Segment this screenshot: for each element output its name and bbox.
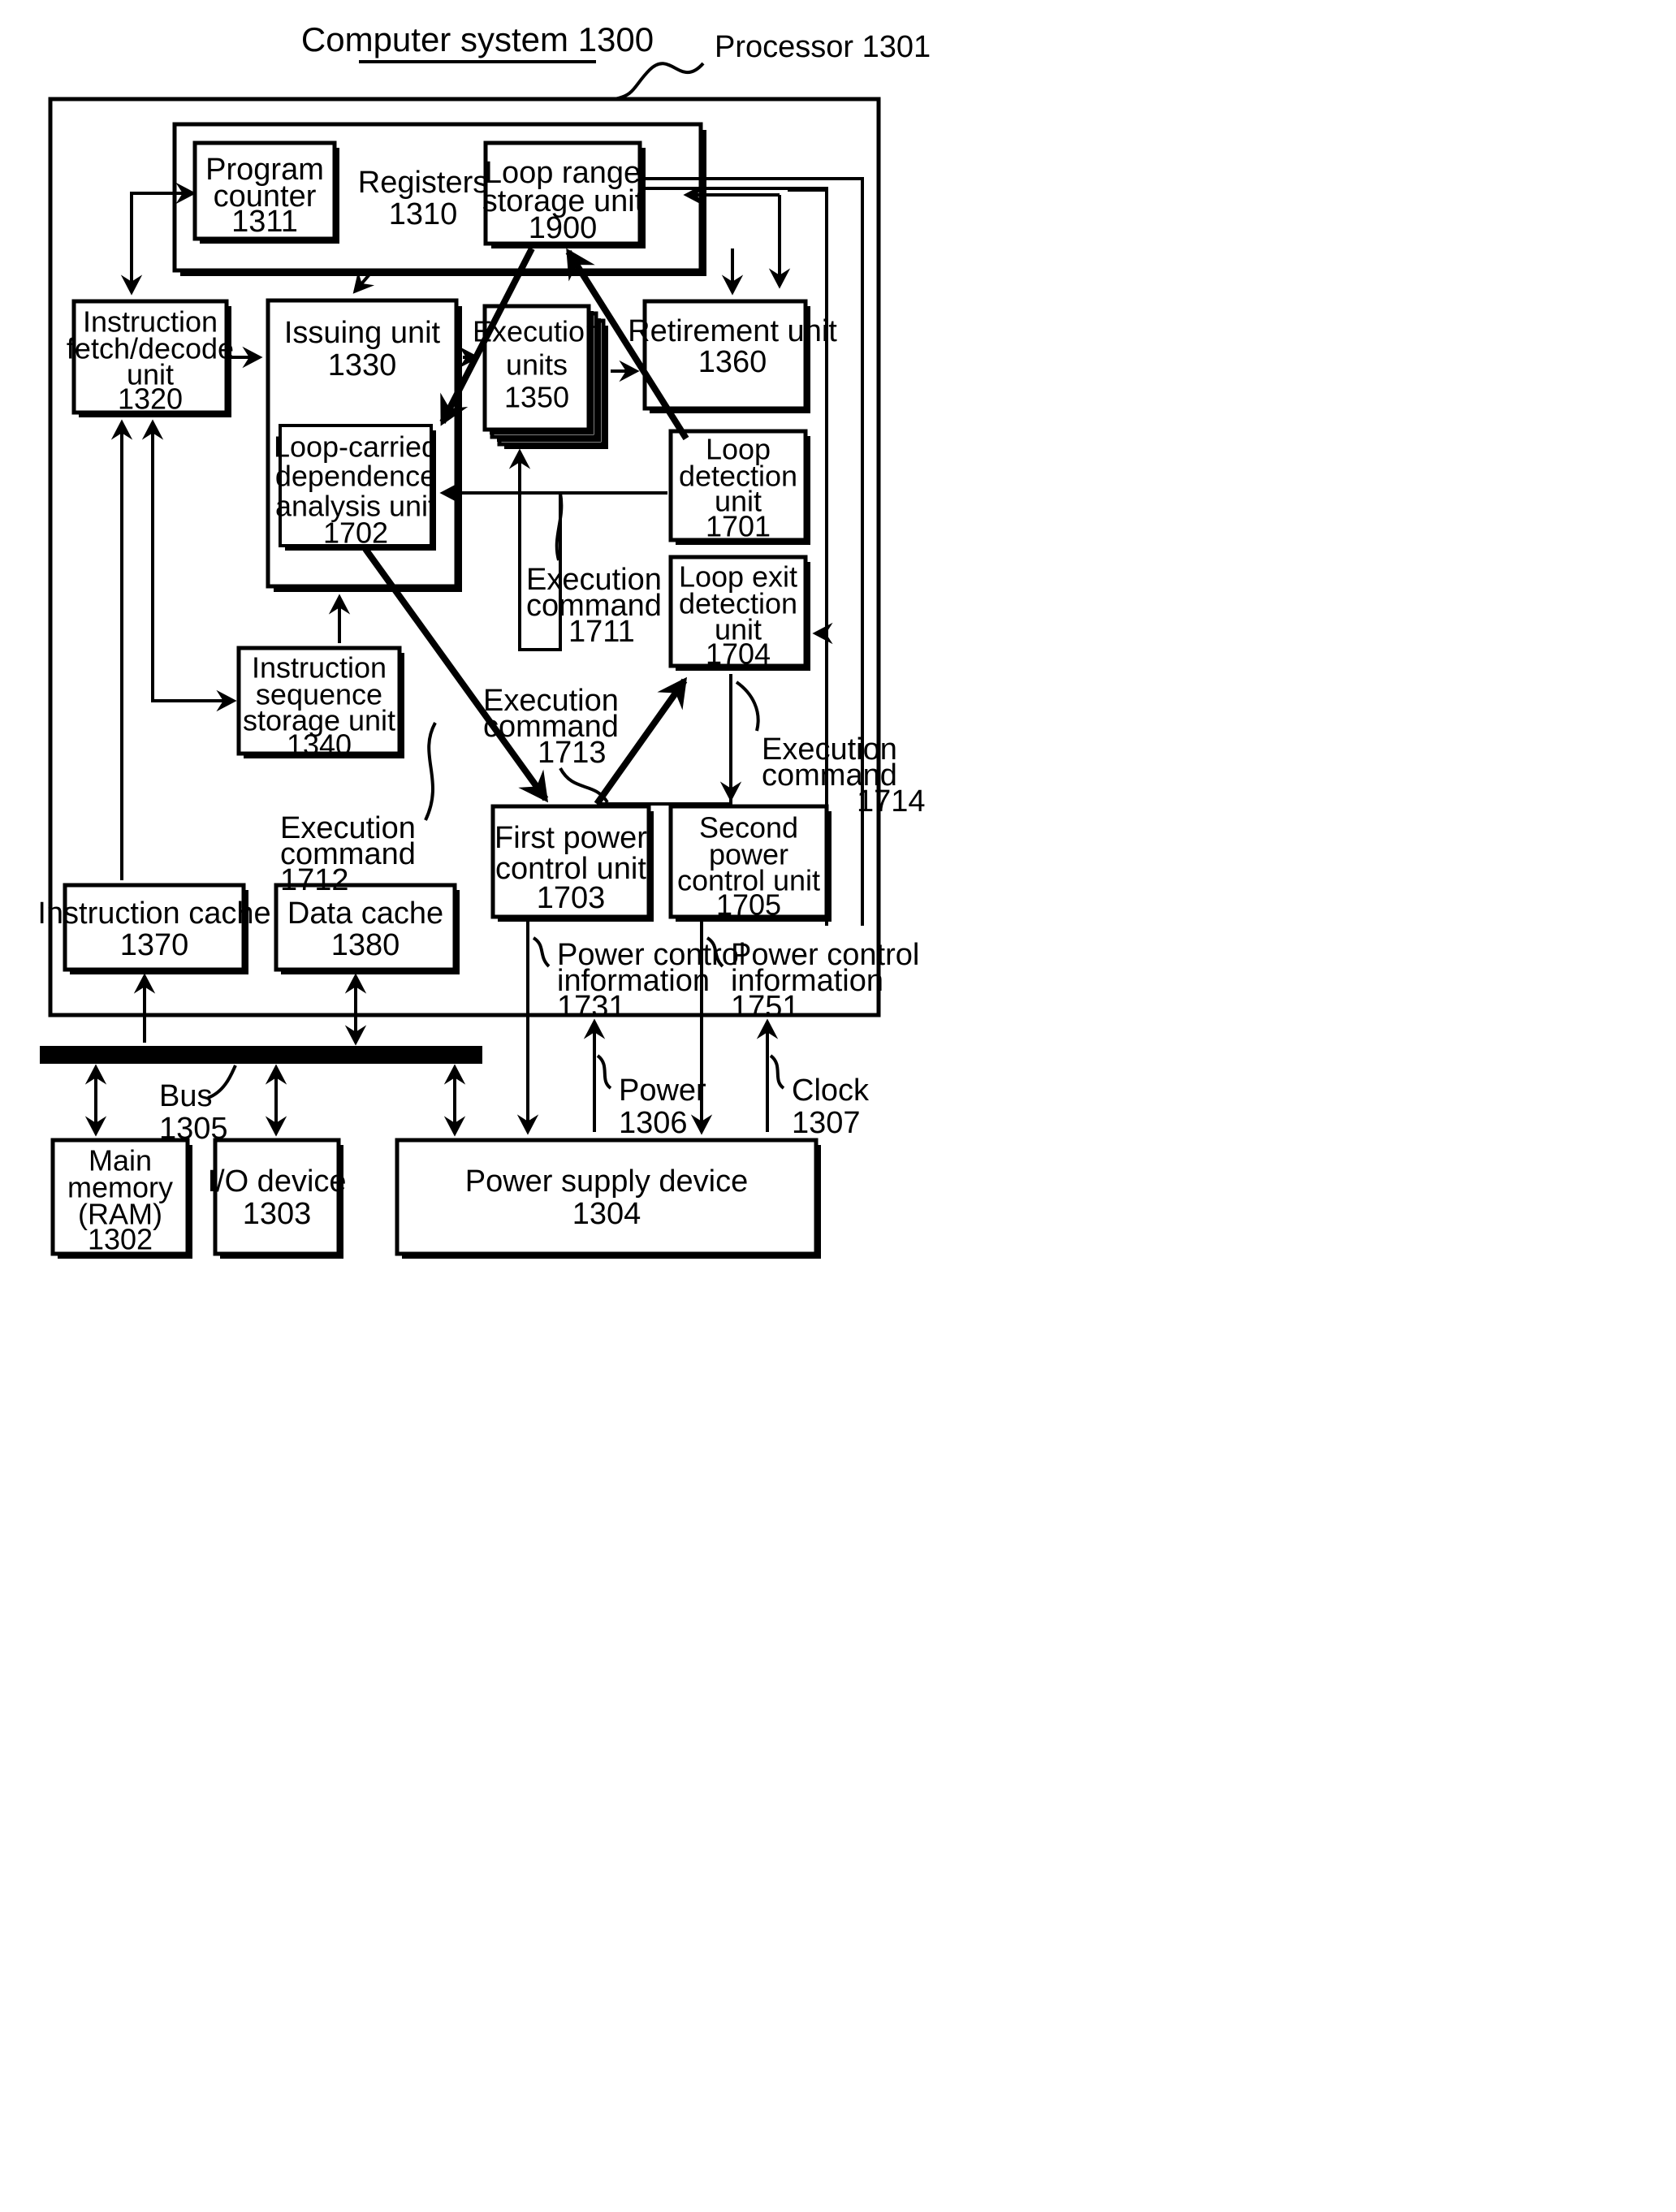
- loop-carried-line1: Loop-carried: [274, 430, 438, 464]
- data-cache-line2: 1380: [331, 928, 400, 962]
- loop-carried-line4: 1702: [323, 516, 388, 550]
- annot-bus-line2: 1305: [159, 1112, 228, 1146]
- loop-detection-line4: 1701: [706, 510, 771, 543]
- annot-clock-line2: 1307: [792, 1106, 861, 1140]
- retirement-unit-line2: 1360: [698, 345, 767, 379]
- annot-1731-line3: 1731: [557, 990, 626, 1024]
- annot-1714-line3: 1714: [857, 784, 926, 819]
- annot-power-leader: [596, 1054, 612, 1090]
- annot-clock-leader: [769, 1054, 785, 1090]
- program-counter-line3: 1311: [231, 205, 298, 239]
- execution-units-line2: units: [506, 348, 568, 382]
- loop-range-storage-line3: 1900: [529, 211, 598, 245]
- power-supply-line2: 1304: [572, 1197, 641, 1231]
- power-supply-line1: Power supply device: [465, 1164, 749, 1199]
- annot-bus: Bus 1305: [159, 1065, 237, 1146]
- registers-group-label-line1: Registers: [358, 166, 489, 200]
- annot-1711-line3: 1711: [568, 615, 635, 649]
- figure-title: Computer system 1300: [301, 20, 654, 63]
- computer-system-block-diagram: Computer system 1300 Processor 1301 Regi…: [37, 20, 931, 1259]
- annot-clock-line1: Clock: [792, 1074, 870, 1108]
- annot-clock: Clock 1307: [769, 1054, 870, 1140]
- annot-power-info-1751: Power control information 1751: [706, 936, 919, 1024]
- instruction-cache-line2: 1370: [120, 928, 189, 962]
- main-memory-line4: 1302: [88, 1223, 153, 1256]
- issuing-unit-line1: Issuing unit: [284, 316, 441, 350]
- io-device-line2: 1303: [243, 1197, 312, 1231]
- loop-carried-line2: dependence: [275, 460, 436, 493]
- annot-exec-command-1711: Execution command 1711: [526, 492, 662, 649]
- figure-title-text: Computer system 1300: [301, 20, 654, 58]
- first-power-line1: First power: [495, 821, 647, 855]
- registers-group-label-line2: 1310: [389, 197, 458, 231]
- annot-1713-line3: 1713: [538, 736, 607, 770]
- instruction-cache-line1: Instruction cache: [37, 896, 270, 931]
- io-device-line1: I/O device: [207, 1164, 346, 1199]
- data-cache-line1: Data cache: [287, 896, 443, 931]
- conn-registers-to-issuing: [352, 271, 375, 294]
- first-power-line3: 1703: [537, 881, 606, 915]
- annot-exec-command-1713: Execution command 1713: [483, 684, 619, 804]
- instruction-fetch-decode-line4: 1320: [118, 382, 183, 416]
- patent-figure-page: Computer system 1300 Processor 1301 Regi…: [0, 0, 1676, 2212]
- annot-power: Power 1306: [596, 1054, 706, 1140]
- retirement-unit-line1: Retirement unit: [628, 314, 837, 348]
- instruction-sequence-line4: 1340: [287, 728, 352, 762]
- conn-fetch-from-instrseq-rail: [141, 419, 234, 702]
- execution-units-line3: 1350: [504, 381, 569, 414]
- annot-power-line2: 1306: [619, 1106, 688, 1140]
- annot-1714-leader: [735, 680, 760, 732]
- issuing-unit-line2: 1330: [328, 348, 397, 382]
- annot-1731-leader: [532, 936, 551, 968]
- annot-1751-line3: 1751: [731, 990, 800, 1024]
- annot-bus-line1: Bus: [159, 1079, 212, 1113]
- annot-power-line1: Power: [619, 1074, 706, 1108]
- processor-leader-line: [613, 62, 705, 101]
- loop-exit-detection-line4: 1704: [706, 637, 771, 671]
- second-power-line4: 1705: [716, 888, 781, 922]
- processor-label: Processor 1301: [715, 30, 931, 64]
- annot-1712-line3: 1712: [280, 863, 349, 897]
- bus-bar: [40, 1046, 482, 1064]
- annot-1712-leader: [424, 722, 437, 821]
- annot-exec-command-1714: Execution command 1714: [735, 680, 926, 819]
